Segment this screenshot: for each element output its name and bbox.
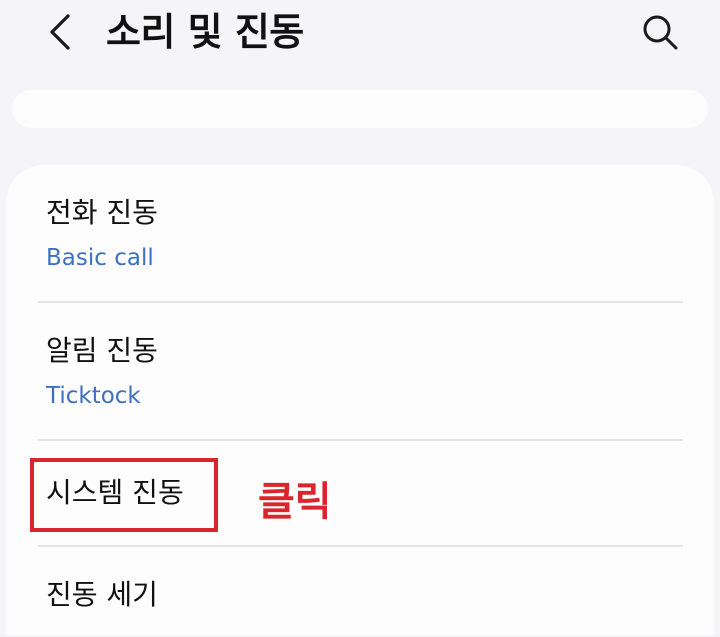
search-button[interactable] <box>638 10 682 54</box>
system-vibration-item[interactable]: 시스템 진동 <box>6 441 714 545</box>
notification-vibration-item[interactable]: 알림 진동 Ticktock <box>6 303 714 439</box>
vibration-intensity-title: 진동 세기 <box>46 578 158 611</box>
app-bar: 소리 및 진동 <box>0 0 720 80</box>
settings-card: 전화 진동 Basic call 알림 진동 Ticktock 시스템 진동 진… <box>6 165 714 635</box>
vibration-intensity-item[interactable]: 진동 세기 <box>6 547 714 637</box>
chevron-left-icon <box>50 14 70 50</box>
call-vibration-title: 전화 진동 <box>46 196 158 229</box>
back-button[interactable] <box>36 8 84 56</box>
search-icon <box>643 15 678 50</box>
page-title: 소리 및 진동 <box>106 10 304 54</box>
notification-vibration-title: 알림 진동 <box>46 334 158 367</box>
call-vibration-item[interactable]: 전화 진동 Basic call <box>6 165 714 301</box>
collapsed-card <box>12 90 708 128</box>
click-annotation: 클릭 <box>258 479 332 525</box>
call-vibration-value: Basic call <box>46 245 154 271</box>
system-vibration-title: 시스템 진동 <box>46 476 184 509</box>
notification-vibration-value: Ticktock <box>46 383 141 409</box>
